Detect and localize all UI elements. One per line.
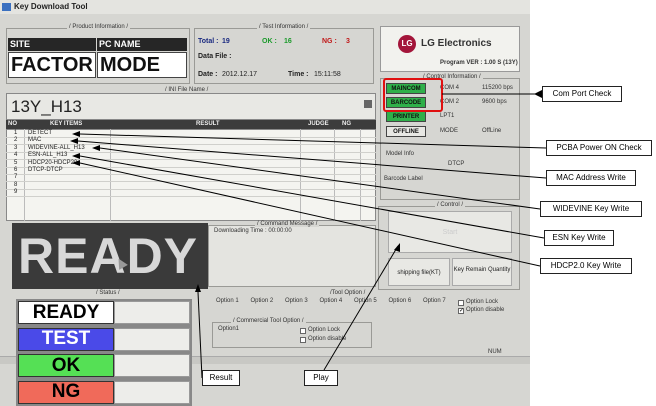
- pcba-arrowhead: [72, 131, 80, 137]
- play-callout: Play: [304, 370, 338, 386]
- hdcp-callout-line: [79, 162, 541, 267]
- esn-arrowhead: [72, 153, 80, 159]
- com-port-arrowhead: [534, 90, 542, 98]
- result-callout: Result: [202, 370, 240, 386]
- mac-callout-line: [77, 140, 547, 179]
- hdcp-arrowhead: [72, 160, 80, 166]
- mac-arrowhead: [70, 138, 78, 144]
- hdcp-callout: HDCP2.0 Key Write: [540, 258, 632, 274]
- mac-address-callout: MAC Address Write: [546, 170, 636, 186]
- com-port-callout: Com Port Check: [542, 86, 622, 102]
- esn-callout-line: [79, 155, 545, 239]
- pcba-power-callout-line: [79, 133, 547, 149]
- pcba-power-callout: PCBA Power ON Check: [546, 140, 652, 156]
- play-callout-line: [323, 245, 399, 371]
- esn-callout: ESN Key Write: [544, 230, 614, 246]
- result-arrowhead: [195, 284, 201, 292]
- widevine-callout-line: [99, 147, 541, 210]
- widevine-arrowhead: [92, 145, 100, 151]
- widevine-callout: WIDEVINE Key Write: [540, 201, 642, 217]
- result-callout-line: [197, 291, 203, 379]
